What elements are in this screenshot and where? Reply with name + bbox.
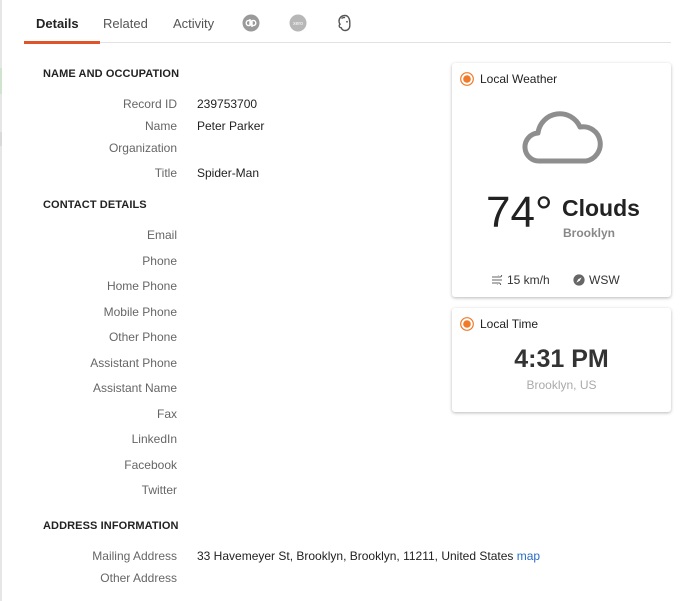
- field-label-other-address: Other Address: [100, 571, 177, 585]
- left-border: [0, 0, 2, 601]
- wind-speed-value: 15 km/h: [507, 273, 550, 287]
- xero-icon[interactable]: xero: [289, 14, 307, 32]
- weather-location: Brooklyn: [563, 226, 616, 240]
- wind-icon: [492, 273, 503, 287]
- local-time-card-title: Local Time: [480, 317, 539, 331]
- sun-icon: [460, 317, 474, 331]
- field-label-title: Title: [154, 166, 177, 180]
- section-title-name-occupation: NAME AND OCCUPATION: [43, 68, 180, 80]
- weather-condition: Clouds: [562, 195, 640, 221]
- field-label-fax: Fax: [156, 407, 177, 421]
- local-time-value: 4:31 PM: [514, 345, 609, 373]
- weather-card: Local Weather 74° Clouds Brooklyn 15 km/…: [452, 63, 671, 297]
- field-label-organization: Organization: [108, 141, 177, 155]
- field-label-other-phone: Other Phone: [108, 330, 177, 344]
- field-label-assistant-name: Assistant Name: [92, 381, 177, 395]
- field-label-twitter: Twitter: [141, 483, 177, 497]
- tab-bar: Details Related Activity xero: [24, 0, 671, 44]
- local-time-card: Local Time 4:31 PM Brooklyn, US: [452, 308, 671, 412]
- section-title-contact-details: CONTACT DETAILS: [43, 199, 147, 211]
- tab-activity[interactable]: Activity: [173, 0, 214, 42]
- field-value-mailing-address: 33 Havemeyer St, Brooklyn, Brooklyn, 112…: [197, 549, 540, 563]
- field-value-name: Peter Parker: [197, 119, 265, 133]
- wind-direction-value: WSW: [589, 273, 620, 287]
- field-label-mobile-phone: Mobile Phone: [103, 305, 177, 319]
- tab-details[interactable]: Details: [36, 0, 79, 42]
- field-label-email: Email: [146, 228, 177, 242]
- xero-icon-text: xero: [293, 21, 303, 27]
- mailchimp-icon[interactable]: [336, 14, 354, 32]
- border-marker: [0, 68, 2, 94]
- mailing-address-text: 33 Havemeyer St, Brooklyn, Brooklyn, 112…: [197, 549, 514, 563]
- field-value-title: Spider-Man: [197, 166, 260, 180]
- field-label-record-id: Record ID: [122, 97, 177, 111]
- wind-direction: WSW: [573, 273, 620, 287]
- field-label-name: Name: [144, 119, 177, 133]
- cloud-icon: [522, 111, 603, 164]
- local-time-location: Brooklyn, US: [526, 378, 597, 392]
- temperature: 74°: [486, 188, 553, 237]
- field-label-facebook: Facebook: [124, 458, 177, 472]
- field-value-record-id: 239753700: [197, 97, 258, 111]
- border-marker: [0, 132, 2, 146]
- wind-speed: 15 km/h: [492, 273, 550, 287]
- tab-related[interactable]: Related: [103, 0, 148, 42]
- field-label-mailing-address: Mailing Address: [92, 549, 177, 563]
- field-label-home-phone: Home Phone: [106, 279, 177, 293]
- map-link[interactable]: map: [517, 549, 540, 563]
- field-label-assistant-phone: Assistant Phone: [90, 356, 177, 370]
- weather-card-title: Local Weather: [480, 72, 558, 86]
- field-label-phone: Phone: [142, 254, 177, 268]
- active-tab-indicator: [24, 41, 100, 44]
- field-label-linkedin: LinkedIn: [131, 432, 177, 446]
- section-title-address-information: ADDRESS INFORMATION: [43, 520, 179, 532]
- sun-icon: [460, 72, 474, 86]
- quickbooks-icon[interactable]: [242, 14, 260, 32]
- compass-icon: [573, 274, 585, 286]
